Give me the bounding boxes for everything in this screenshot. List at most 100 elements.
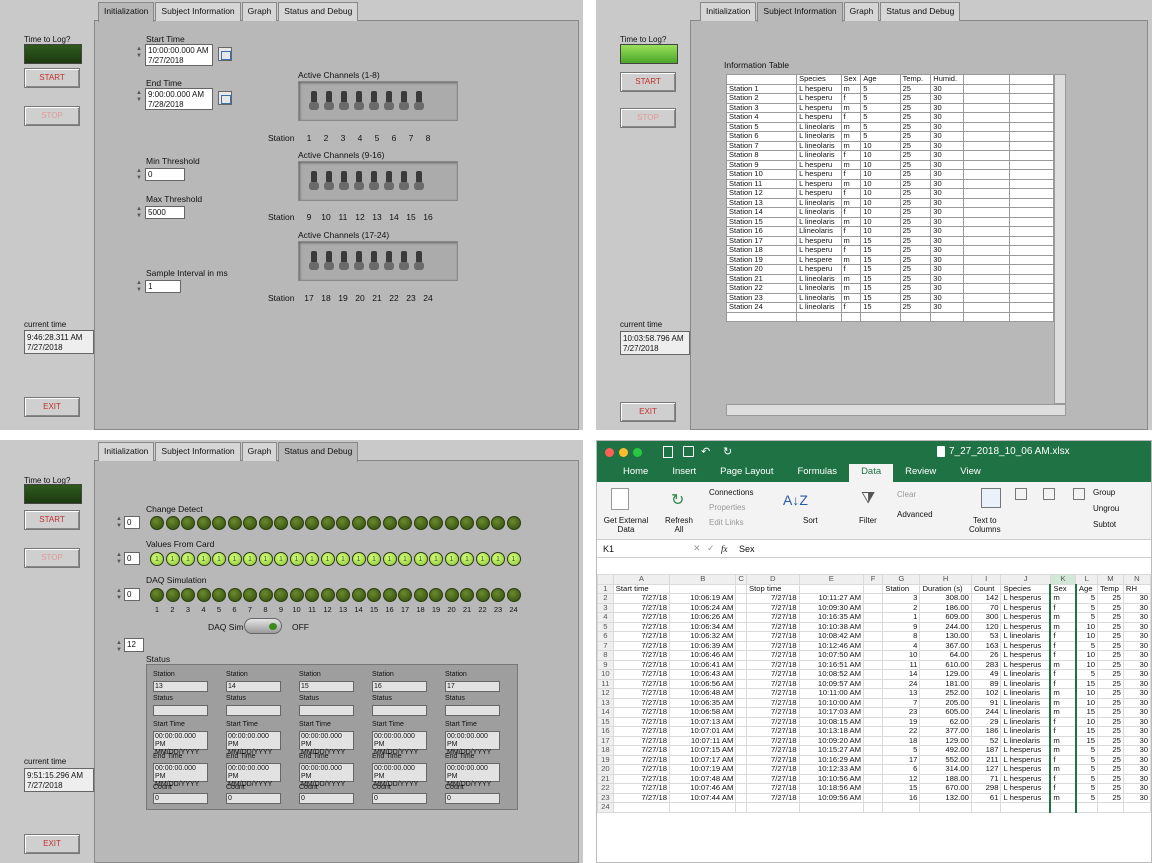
table-cell[interactable]: 30 (930, 283, 965, 294)
cell[interactable]: 25 (1097, 669, 1124, 680)
tab-subject-information[interactable]: Subject Information (155, 442, 241, 461)
cell[interactable] (863, 783, 884, 794)
cell[interactable]: 10:10:00 AM (798, 697, 865, 708)
table-row[interactable]: Station 23 L lineolaris m 15 25 30 (725, 292, 1054, 303)
cell[interactable]: Station (882, 583, 921, 594)
cell[interactable]: 10:16:51 AM (798, 659, 865, 670)
cell[interactable]: 7/27/18 (745, 773, 800, 784)
column-header[interactable]: E (798, 574, 865, 585)
cell[interactable]: L hesperus (1000, 745, 1051, 756)
cell[interactable] (798, 802, 865, 813)
table-row[interactable]: 1 Start time Stop time Station Duration (s) C… (597, 583, 1151, 594)
tab-status-and-debug[interactable]: Status and Debug (278, 442, 359, 462)
table-cell[interactable]: Station 3 (725, 102, 798, 113)
table-cell[interactable]: 25 (899, 273, 932, 284)
table-row[interactable]: Station 17 L hesperu m 15 25 30 (725, 235, 1054, 246)
table-row[interactable]: Station 19 L hespere m 15 25 30 (725, 254, 1054, 265)
cell[interactable] (863, 612, 884, 623)
cell[interactable]: m (1049, 697, 1077, 708)
table-cell[interactable] (1009, 245, 1054, 256)
table-cell[interactable] (963, 131, 1011, 142)
table-cell[interactable] (963, 292, 1011, 303)
cell[interactable]: 10:10:38 AM (798, 621, 865, 632)
cell[interactable]: 10:07:01 AM (669, 726, 737, 737)
ribbon-tab-home[interactable]: Home (611, 464, 660, 482)
confirm-icon[interactable]: ✓ (707, 543, 715, 554)
min-threshold-field[interactable]: 0 (145, 168, 185, 181)
cell[interactable]: 10:06:19 AM (669, 593, 737, 604)
cell[interactable]: 205.00 (919, 697, 972, 708)
row-header[interactable]: 16 (597, 726, 614, 737)
cell[interactable]: 30 (1122, 602, 1151, 613)
table-row[interactable]: 2 7/27/18 10:06:19 AM 7/27/18 10:11:27 AM 3 30… (597, 593, 1151, 604)
column-header[interactable]: G (882, 574, 921, 585)
cell[interactable]: 7/27/18 (612, 745, 671, 756)
connections-button[interactable]: Connections (709, 488, 753, 497)
table-cell[interactable]: 5 (860, 131, 901, 142)
table-row[interactable]: Station 14 L lineolaris f 10 25 30 (725, 207, 1054, 218)
table-cell[interactable]: Station 22 (725, 283, 798, 294)
start-button[interactable]: START (24, 68, 80, 88)
table-cell[interactable]: Station 15 (725, 216, 798, 227)
cell[interactable]: L hesperus (1000, 754, 1051, 765)
cell[interactable]: 30 (1122, 783, 1151, 794)
table-cell[interactable]: 30 (930, 178, 965, 189)
table-row[interactable]: Station 12 L hesperu f 10 25 30 (725, 188, 1054, 199)
table-cell[interactable]: 10 (860, 197, 901, 208)
table-cell[interactable]: 15 (860, 264, 901, 275)
cell[interactable]: 2 (882, 602, 921, 613)
table-cell[interactable]: L hesperu (796, 112, 842, 123)
cell[interactable]: 7/27/18 (612, 773, 671, 784)
channel-toggle[interactable] (309, 251, 319, 271)
cell[interactable] (735, 745, 747, 756)
cell[interactable] (735, 707, 747, 718)
table-cell[interactable]: Station 11 (725, 178, 798, 189)
cell[interactable] (669, 802, 737, 813)
table-cell[interactable]: 5 (860, 83, 901, 94)
cell[interactable]: 26 (970, 650, 1002, 661)
row-header[interactable]: 11 (597, 678, 614, 689)
cell[interactable]: 30 (1122, 593, 1151, 604)
cell[interactable]: 10:08:52 AM (798, 669, 865, 680)
cell[interactable]: 7/27/18 (745, 716, 800, 727)
cell[interactable]: 70 (970, 602, 1002, 613)
group-button[interactable]: Group (1093, 488, 1115, 497)
table-cell[interactable]: 15 (860, 292, 901, 303)
row-header[interactable]: 18 (597, 745, 614, 756)
table-cell[interactable]: 15 (860, 245, 901, 256)
channel-toggle[interactable] (354, 171, 364, 191)
cell[interactable]: L hesperus (1000, 659, 1051, 670)
cell[interactable] (863, 735, 884, 746)
cell[interactable] (1000, 802, 1051, 813)
consolidate-icon[interactable] (1073, 488, 1085, 500)
cell[interactable]: 300 (970, 612, 1002, 623)
cell[interactable]: 10:17:03 AM (798, 707, 865, 718)
cell[interactable] (863, 593, 884, 604)
cell[interactable]: 16 (882, 792, 921, 803)
table-row[interactable]: 18 7/27/18 10:07:15 AM 7/27/18 10:15:27 AM 5 4… (597, 745, 1151, 756)
cell[interactable]: m (1049, 745, 1077, 756)
cell[interactable] (735, 659, 747, 670)
table-cell[interactable]: Station 23 (725, 292, 798, 303)
table-cell[interactable]: 25 (899, 178, 932, 189)
table-row[interactable]: Station 2L hesperu f 5 25 30 (725, 93, 1054, 104)
table-cell[interactable]: 30 (930, 93, 965, 104)
cell[interactable]: L lineolaris (1000, 716, 1051, 727)
cell[interactable]: 25 (1097, 697, 1124, 708)
table-cell[interactable] (963, 207, 1011, 218)
cell[interactable]: 7/27/18 (745, 612, 800, 623)
cell[interactable]: Temp (1097, 583, 1124, 594)
table-cell[interactable]: 10 (860, 169, 901, 180)
cell[interactable]: 25 (1097, 659, 1124, 670)
table-cell[interactable] (963, 102, 1011, 113)
cell[interactable]: f (1049, 631, 1077, 642)
cell[interactable] (863, 659, 884, 670)
table-cell[interactable]: 10 (860, 226, 901, 237)
column-header[interactable]: I (970, 574, 1002, 585)
table-row[interactable]: Station 11 L hesperu m 10 25 30 (725, 178, 1054, 189)
table-cell[interactable] (1009, 83, 1054, 94)
cell[interactable] (863, 754, 884, 765)
table-cell[interactable] (963, 245, 1011, 256)
cell[interactable]: 7/27/18 (745, 783, 800, 794)
cell[interactable] (735, 602, 747, 613)
